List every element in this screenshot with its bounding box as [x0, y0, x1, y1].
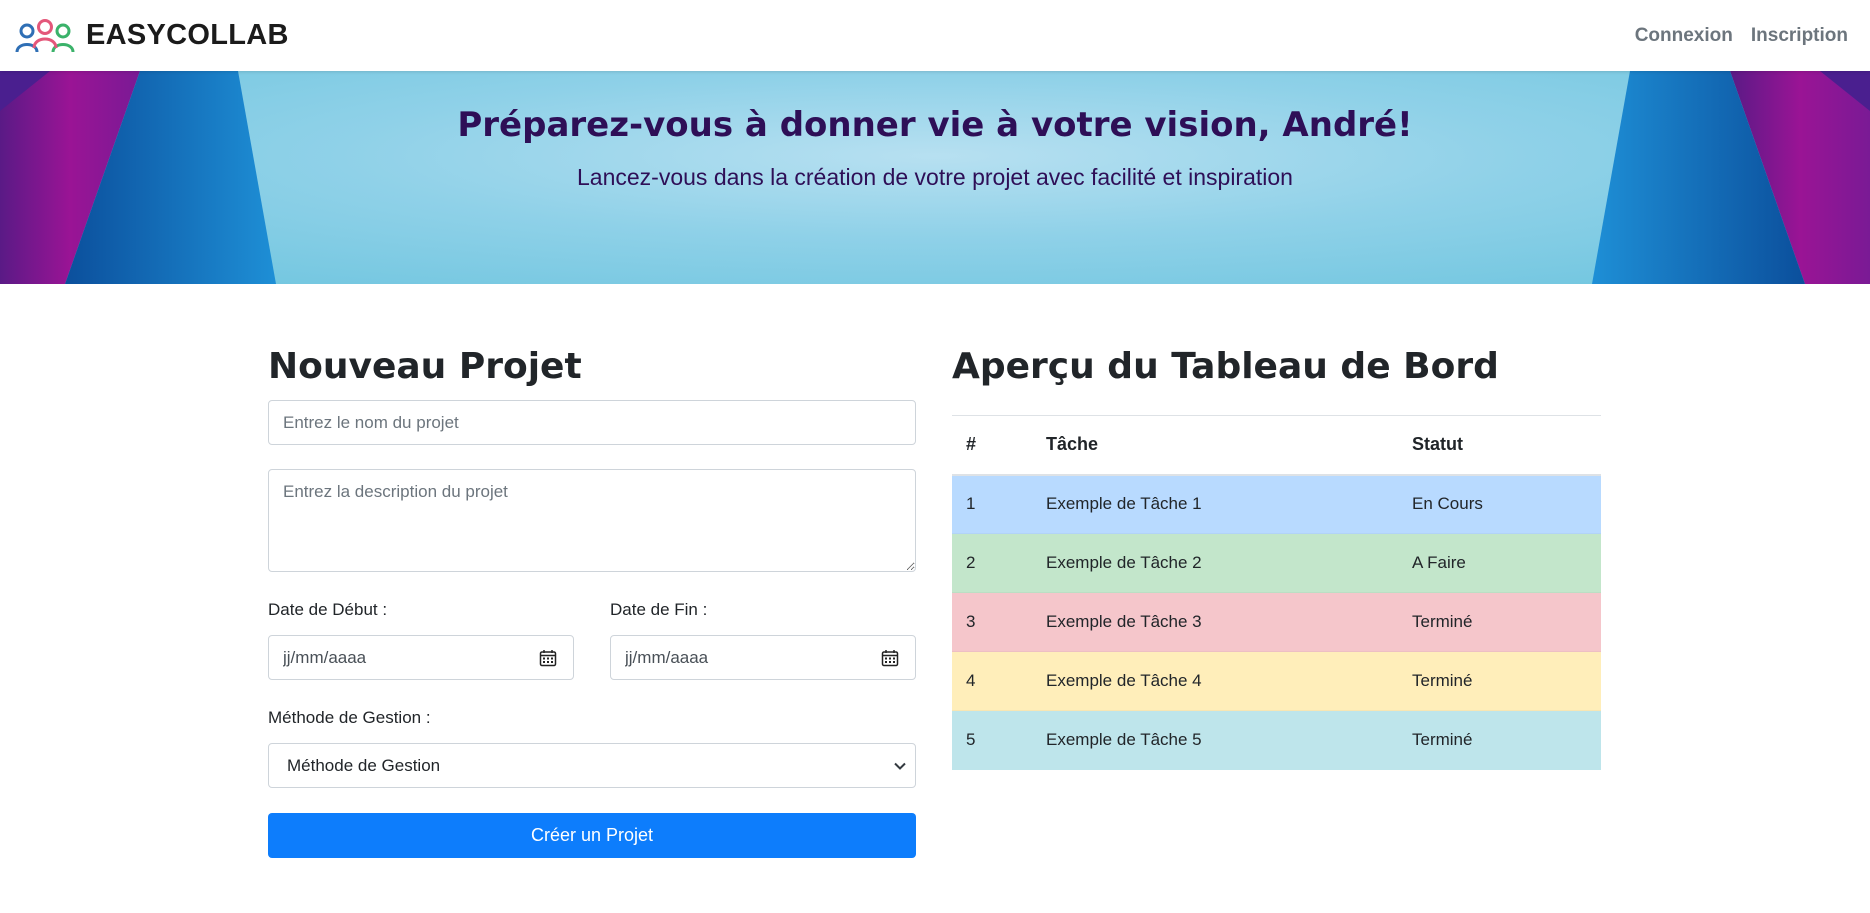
table-row: 2 Exemple de Tâche 2A Faire — [952, 533, 1601, 593]
end-date-field[interactable] — [610, 635, 916, 680]
header-number: # — [952, 415, 1032, 476]
hero-title: Préparez-vous à donner vie à votre visio… — [457, 105, 1413, 145]
form-title: Nouveau Projet — [268, 346, 582, 387]
header-status: Statut — [1398, 415, 1601, 476]
nav-links: Connexion Inscription — [1635, 25, 1848, 47]
table-row: 3 Exemple de Tâche 3 Terminé — [952, 592, 1601, 652]
cell-status: Terminé — [1398, 711, 1601, 770]
create-project-button[interactable]: Créer un Projet — [268, 813, 916, 858]
end-date-input[interactable] — [611, 636, 915, 679]
cell-task: Exemple de Tâche 5 — [1032, 711, 1398, 770]
cell-task: Exemple de Tâche 1 — [1032, 475, 1398, 534]
cell-number: 1 — [952, 475, 1032, 534]
method-select[interactable]: Méthode de Gestion — [268, 743, 916, 788]
cell-number: 4 — [952, 652, 1032, 711]
cell-status: Terminé — [1398, 652, 1601, 711]
table-header-row: # Tâche Statut — [952, 415, 1601, 476]
end-date-label: Date de Fin : — [610, 600, 708, 619]
hero-subtitle: Lancez-vous dans la création de votre pr… — [577, 164, 1293, 190]
method-label: Méthode de Gestion : — [268, 708, 431, 727]
cell-task: Exemple de Tâche 3 — [1032, 593, 1398, 652]
task-table: # Tâche Statut 1 Exemple de Tâche 1 En Cou… — [952, 415, 1601, 770]
cell-status: A Faire — [1398, 534, 1601, 593]
cell-number: 3 — [952, 593, 1032, 652]
cell-status: En Cours — [1398, 475, 1601, 534]
brand[interactable]: EASYCOLLAB — [14, 18, 289, 54]
cell-number: 2 — [952, 534, 1032, 593]
cell-number: 5 — [952, 711, 1032, 770]
chevron-down-icon — [894, 762, 906, 770]
dashboard-preview: Aperçu du Tableau de Bord # Tâche Statut… — [952, 345, 1601, 770]
start-date-label: Date de Début : — [268, 600, 388, 619]
project-name-input[interactable] — [268, 400, 916, 445]
calendar-icon[interactable] — [539, 649, 557, 667]
project-description-textarea[interactable] — [268, 469, 916, 572]
start-date-field[interactable] — [268, 635, 574, 680]
brand-name: EASYCOLLAB — [86, 19, 289, 51]
header-task: Tâche — [1032, 415, 1398, 476]
calendar-icon[interactable] — [881, 649, 899, 667]
start-date-input[interactable] — [269, 636, 573, 679]
dashboard-title: Aperçu du Tableau de Bord — [952, 346, 1499, 387]
cell-task: Exemple de Tâche 4 — [1032, 652, 1398, 711]
new-project-form: Nouveau Projet Date de Début : Date de F… — [268, 345, 916, 858]
people-group-icon — [15, 18, 75, 52]
table-row: 5 Exemple de Tâche 5 Terminé — [952, 710, 1601, 770]
nav-link-connexion[interactable]: Connexion — [1635, 25, 1733, 47]
table-row: 1 Exemple de Tâche 1 En Cours — [952, 474, 1601, 534]
top-navbar: EASYCOLLAB Connexion Inscription — [0, 0, 1870, 71]
hero-banner: Préparez-vous à donner vie à votre visio… — [0, 71, 1870, 284]
nav-link-inscription[interactable]: Inscription — [1751, 25, 1848, 47]
method-select-value: Méthode de Gestion — [287, 756, 441, 775]
cell-task: Exemple de Tâche 2 — [1032, 534, 1398, 593]
table-row: 4 Exemple de Tâche 4 Terminé — [952, 651, 1601, 711]
cell-status: Terminé — [1398, 593, 1601, 652]
